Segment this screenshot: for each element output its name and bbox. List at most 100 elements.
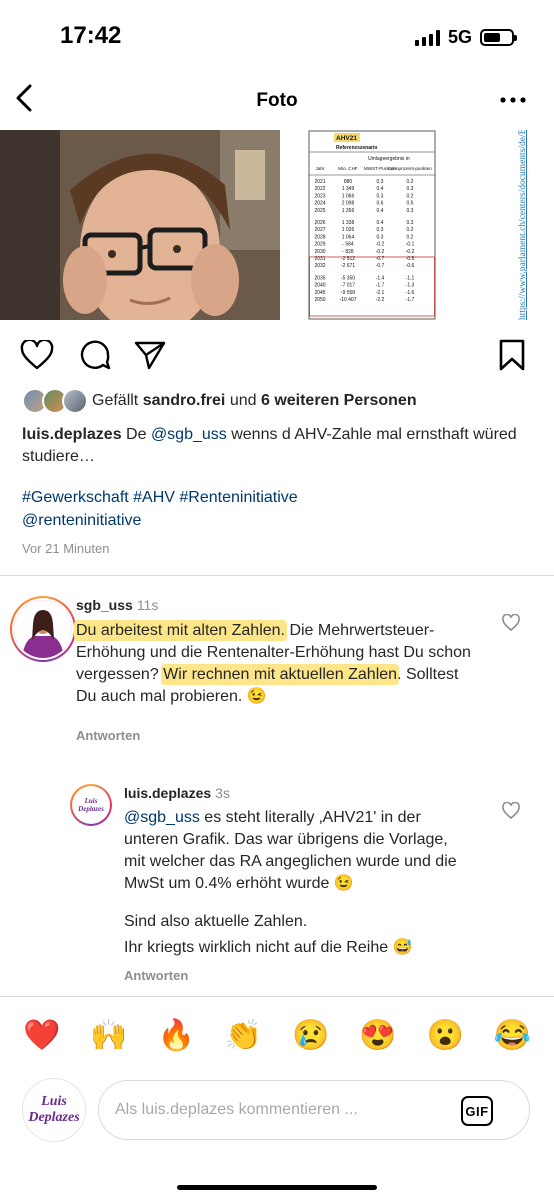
my-avatar: Luis Deplazes bbox=[22, 1078, 86, 1142]
table-cell: 2 098 bbox=[342, 201, 355, 207]
table-cell: -1.6 bbox=[406, 290, 415, 296]
gif-button[interactable]: GIF bbox=[461, 1096, 493, 1126]
likes-others: 6 weiteren Personen bbox=[260, 392, 417, 409]
sgb-avatar[interactable] bbox=[10, 596, 76, 662]
emoji-surprised[interactable]: 😮 bbox=[425, 1014, 465, 1058]
reply-button[interactable]: Antworten bbox=[76, 728, 140, 743]
emoji-cry[interactable]: 😢 bbox=[291, 1014, 331, 1058]
table-cell: -1.4 bbox=[376, 275, 385, 281]
table-cell: 0.3 bbox=[407, 186, 414, 192]
table-cell: 1 356 bbox=[342, 208, 355, 214]
comment-like-icon[interactable] bbox=[502, 614, 520, 632]
table-subtitle: Referenzszenario bbox=[336, 145, 377, 151]
table-column-header: Lohnprozent-punkten bbox=[388, 166, 432, 171]
comment-composer: Luis Deplazes GIF bbox=[0, 1078, 554, 1148]
table-cell: 0.4 bbox=[377, 208, 384, 214]
table-cell: 2045 bbox=[314, 290, 325, 296]
table-cell: -0.2 bbox=[406, 249, 415, 255]
table-cell: -1.1 bbox=[406, 275, 415, 281]
meme-photo bbox=[0, 130, 280, 320]
post-time: Vor 21 Minuten bbox=[22, 541, 110, 556]
hashtag-links[interactable]: #Gewerkschaft #AHV #Renteninitiative bbox=[22, 486, 298, 509]
home-indicator bbox=[177, 1185, 377, 1190]
reply-time: 3s bbox=[215, 785, 230, 801]
reply-button[interactable]: Antworten bbox=[124, 968, 188, 983]
table-cell: 2027 bbox=[314, 227, 325, 233]
table-cell: 0.5 bbox=[407, 201, 414, 207]
table-cell: -10 407 bbox=[340, 297, 357, 303]
emoji-quick-bar: ❤️ 🙌 🔥 👏 😢 😍 😮 😂 bbox=[0, 1014, 554, 1058]
table-group-header: Umlageergebnis in bbox=[368, 156, 410, 162]
bookmark-icon[interactable] bbox=[498, 338, 526, 372]
ahv-table: AHV21 Referenzszenario Umlageergebnis in Ja… bbox=[308, 130, 436, 320]
table-cell: 0.3 bbox=[377, 227, 384, 233]
table-cell: 2050 bbox=[314, 297, 325, 303]
table-cell: -0.2 bbox=[376, 242, 385, 248]
comment-input[interactable] bbox=[115, 1081, 445, 1139]
more-horizontal-icon[interactable] bbox=[498, 90, 528, 110]
comment-text: Du arbeitest mit alten Zahlen. Die Mehrw… bbox=[76, 622, 471, 705]
table-cell: 2022 bbox=[314, 186, 325, 192]
reply-username[interactable]: luis.deplazes bbox=[124, 785, 211, 801]
table-cell: -2.1 bbox=[376, 290, 385, 296]
table-cell: -9 558 bbox=[341, 290, 355, 296]
table-cell: 0.4 bbox=[377, 186, 384, 192]
table-cell: 1 064 bbox=[342, 234, 355, 240]
emoji-raised-hands[interactable]: 🙌 bbox=[89, 1014, 129, 1058]
table-cell: -0.6 bbox=[406, 263, 415, 269]
table-cell: 0.3 bbox=[377, 234, 384, 240]
table-cell: 0.3 bbox=[377, 193, 384, 199]
like-heart-icon[interactable] bbox=[20, 340, 54, 370]
table-column-header: Mio. CHF bbox=[338, 166, 358, 171]
emoji-clap[interactable]: 👏 bbox=[223, 1014, 263, 1058]
table-cell: 1 338 bbox=[342, 220, 355, 226]
tag-mention[interactable]: @renteninitiative bbox=[22, 509, 298, 532]
reply-header: luis.deplazes 3s bbox=[124, 785, 230, 801]
post-actions bbox=[0, 334, 554, 374]
table-cell: -0.1 bbox=[406, 242, 415, 248]
likes-row[interactable]: Gefällt sandro.frei und 6 weiteren Perso… bbox=[22, 388, 417, 414]
post-caption: luis.deplazes De @sgb_uss wenns d AHV-Za… bbox=[22, 426, 517, 465]
table-cell: 2021 bbox=[314, 179, 325, 185]
emoji-heart-eyes[interactable]: 😍 bbox=[358, 1014, 398, 1058]
caption-author[interactable]: luis.deplazes bbox=[22, 426, 122, 443]
battery-icon bbox=[480, 29, 517, 46]
table-cell: -2 671 bbox=[341, 263, 355, 269]
table-cell: 1 066 bbox=[342, 193, 355, 199]
highlight: Du arbeitest mit alten Zahlen. bbox=[76, 622, 285, 639]
table-cell: 0.2 bbox=[407, 193, 414, 199]
emoji-laugh[interactable]: 😂 bbox=[492, 1014, 532, 1058]
comment-username[interactable]: sgb_uss bbox=[76, 597, 133, 613]
share-icon[interactable] bbox=[134, 340, 166, 370]
luis-avatar[interactable]: Luis Deplazes bbox=[70, 784, 112, 826]
table-cell: 1 026 bbox=[342, 227, 355, 233]
table-cell: -1.3 bbox=[406, 283, 415, 289]
comment-icon[interactable] bbox=[78, 338, 112, 372]
reply-mention[interactable]: @sgb_uss bbox=[124, 809, 200, 826]
table-cell: 0.3 bbox=[407, 208, 414, 214]
table-column-header: Jahr bbox=[316, 166, 325, 171]
table-cell: 2032 bbox=[314, 263, 325, 269]
table-cell: -0.7 bbox=[376, 263, 385, 269]
table-cell: -1.7 bbox=[376, 283, 385, 289]
emoji-heart[interactable]: ❤️ bbox=[22, 1014, 62, 1058]
table-cell: -0.2 bbox=[376, 249, 385, 255]
post-image[interactable]: AHV21 Referenzszenario Umlageergebnis in Ja… bbox=[0, 130, 554, 320]
table-cell: 2023 bbox=[314, 193, 325, 199]
emoji-fire[interactable]: 🔥 bbox=[156, 1014, 196, 1058]
comment-field[interactable]: GIF bbox=[98, 1080, 530, 1140]
caption-mention[interactable]: @sgb_uss bbox=[151, 426, 227, 443]
source-url[interactable]: https://www.parlament.ch/centers/documen… bbox=[518, 130, 542, 320]
table-cell: 0.2 bbox=[407, 227, 414, 233]
reply-text-line2: Sind also aktuelle Zahlen. bbox=[124, 913, 308, 930]
table-cell: -2.2 bbox=[376, 297, 385, 303]
table-cell: -5 350 bbox=[341, 275, 355, 281]
reply-like-icon[interactable] bbox=[502, 802, 520, 820]
table-cell: - 584 bbox=[342, 242, 354, 248]
likes-text: Gefällt sandro.frei und 6 weiteren Perso… bbox=[92, 392, 417, 409]
liker-avatars bbox=[22, 388, 88, 414]
status-bar: 17:42 5G bbox=[0, 0, 554, 70]
table-cell: -1.7 bbox=[406, 297, 415, 303]
table-cell: 0.2 bbox=[407, 234, 414, 240]
table-cell: 0.3 bbox=[377, 179, 384, 185]
